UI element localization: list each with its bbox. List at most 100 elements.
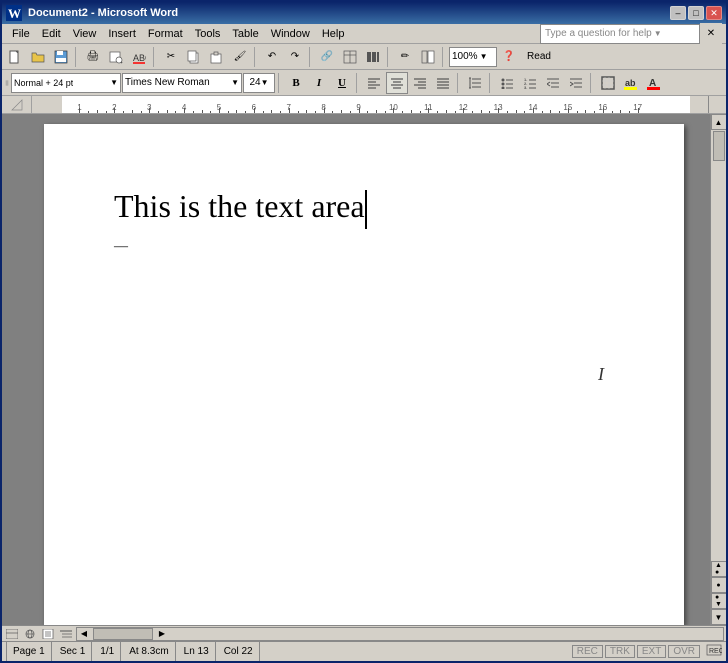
- help-search-box[interactable]: Type a question for help ▼: [540, 24, 700, 44]
- macro-button[interactable]: REC: [706, 642, 722, 661]
- paste-button[interactable]: [206, 46, 228, 68]
- print-button[interactable]: 🖨: [82, 46, 104, 68]
- sec-status: Sec 1: [54, 642, 93, 661]
- menu-view[interactable]: View: [67, 26, 103, 42]
- menu-tools[interactable]: Tools: [189, 26, 227, 42]
- svg-text:ab: ab: [625, 78, 636, 88]
- scroll-track[interactable]: [712, 130, 726, 561]
- underline-button[interactable]: U: [331, 72, 353, 94]
- save-button[interactable]: [50, 46, 72, 68]
- decrease-indent-button[interactable]: [542, 72, 564, 94]
- hscroll-left-button[interactable]: ◀: [77, 627, 91, 641]
- horizontal-scrollbar[interactable]: ◀ ▶: [76, 627, 724, 641]
- bold-button[interactable]: B: [285, 72, 307, 94]
- highlight-button[interactable]: ab: [620, 72, 642, 94]
- justify-button[interactable]: [432, 72, 454, 94]
- maximize-button[interactable]: □: [688, 6, 704, 20]
- size-dropdown[interactable]: 24 ▼: [243, 73, 275, 93]
- font-color-button[interactable]: A: [643, 72, 665, 94]
- print-preview-button[interactable]: [105, 46, 127, 68]
- align-left-button[interactable]: [363, 72, 385, 94]
- separator: [309, 47, 313, 67]
- close-button[interactable]: ✕: [706, 6, 722, 20]
- document-scroll[interactable]: This is the text area — I: [2, 114, 726, 625]
- zoom-dropdown[interactable]: 100% ▼: [449, 47, 497, 67]
- svg-text:ABC: ABC: [133, 53, 146, 63]
- redo-button[interactable]: ↷: [284, 46, 306, 68]
- vertical-scrollbar[interactable]: ▲ ▲● ● ●▼ ▼: [710, 114, 726, 625]
- separator: [75, 47, 79, 67]
- undo-button[interactable]: ↶: [261, 46, 283, 68]
- style-dropdown[interactable]: Normal + 24 pt ▼: [11, 73, 121, 93]
- document-text-content[interactable]: This is the text area: [114, 188, 365, 224]
- title-bar: W Document2 - Microsoft Word – □ ✕: [2, 2, 726, 24]
- drawing-button[interactable]: ✏: [394, 46, 416, 68]
- at-status: At 8.3cm: [123, 642, 175, 661]
- menu-insert[interactable]: Insert: [102, 26, 142, 42]
- hyperlink-button[interactable]: 🔗: [316, 46, 338, 68]
- document-page[interactable]: This is the text area — I: [44, 124, 684, 625]
- help-close-icon[interactable]: ✕: [700, 23, 722, 45]
- scroll-select-browse[interactable]: ●: [711, 577, 727, 593]
- ln-status: Ln 13: [178, 642, 216, 661]
- ovr-badge: OVR: [668, 645, 700, 658]
- i-beam-cursor: I: [598, 364, 604, 385]
- scroll-next-page[interactable]: ●▼: [711, 593, 727, 609]
- read-button[interactable]: Read: [521, 46, 557, 68]
- new-button[interactable]: [4, 46, 26, 68]
- scroll-prev-page[interactable]: ▲●: [711, 561, 727, 577]
- separator: [153, 47, 157, 67]
- spell-check-button[interactable]: ABC: [128, 46, 150, 68]
- scroll-thumb[interactable]: [713, 131, 725, 161]
- open-button[interactable]: [27, 46, 49, 68]
- menu-format[interactable]: Format: [142, 26, 189, 42]
- format-painter-button[interactable]: 🖌: [229, 46, 251, 68]
- bullets-button[interactable]: [496, 72, 518, 94]
- increase-indent-button[interactable]: [565, 72, 587, 94]
- svg-text:3.: 3.: [524, 85, 527, 89]
- outside-border-button[interactable]: [597, 72, 619, 94]
- menu-help[interactable]: Help: [316, 26, 351, 42]
- table-button[interactable]: [339, 46, 361, 68]
- menu-file[interactable]: File: [6, 26, 36, 42]
- scroll-down-button[interactable]: ▼: [711, 609, 727, 625]
- menu-window[interactable]: Window: [265, 26, 316, 42]
- outline-view-button[interactable]: [58, 627, 74, 641]
- normal-view-button[interactable]: [4, 627, 20, 641]
- menu-table[interactable]: Table: [226, 26, 264, 42]
- hscroll-right-button[interactable]: ▶: [155, 627, 169, 641]
- line-spacing-button[interactable]: [464, 72, 486, 94]
- styles-dropdown-arrow: [4, 72, 10, 94]
- cut-button[interactable]: ✂: [160, 46, 182, 68]
- separator: [356, 73, 360, 93]
- columns-button[interactable]: [362, 46, 384, 68]
- page-status: Page 1: [6, 642, 52, 661]
- font-dropdown[interactable]: Times New Roman ▼: [122, 73, 242, 93]
- menu-bar: File Edit View Insert Format Tools Table…: [2, 24, 726, 44]
- trk-badge: TRK: [605, 645, 635, 658]
- dash-line: —: [114, 239, 614, 255]
- print-layout-button[interactable]: [40, 627, 56, 641]
- scroll-up-button[interactable]: ▲: [711, 114, 727, 130]
- menu-edit[interactable]: Edit: [36, 26, 67, 42]
- svg-text:REC: REC: [709, 648, 722, 655]
- separator: [254, 47, 258, 67]
- web-layout-button[interactable]: [22, 627, 38, 641]
- rec-badge: REC: [572, 645, 603, 658]
- italic-button[interactable]: I: [308, 72, 330, 94]
- numbering-button[interactable]: 1.2.3.: [519, 72, 541, 94]
- bottom-toolbar: ◀ ▶: [2, 625, 726, 641]
- content-area: This is the text area — I ▲ ▲● ● ●▼ ▼: [2, 114, 726, 625]
- align-right-button[interactable]: [409, 72, 431, 94]
- pages-status: 1/1: [94, 642, 121, 661]
- toolbar1: 🖨 ABC ✂ 🖌 ↶ ↷ 🔗 ✏ 1: [2, 44, 726, 70]
- minimize-button[interactable]: –: [670, 6, 686, 20]
- align-center-button[interactable]: [386, 72, 408, 94]
- document-map-button[interactable]: [417, 46, 439, 68]
- hscroll-thumb[interactable]: [93, 628, 153, 640]
- separator: [457, 73, 461, 93]
- copy-button[interactable]: [183, 46, 205, 68]
- document-content[interactable]: This is the text area: [114, 184, 614, 229]
- app-icon: W: [6, 5, 22, 21]
- help-icon[interactable]: ❓: [498, 46, 520, 68]
